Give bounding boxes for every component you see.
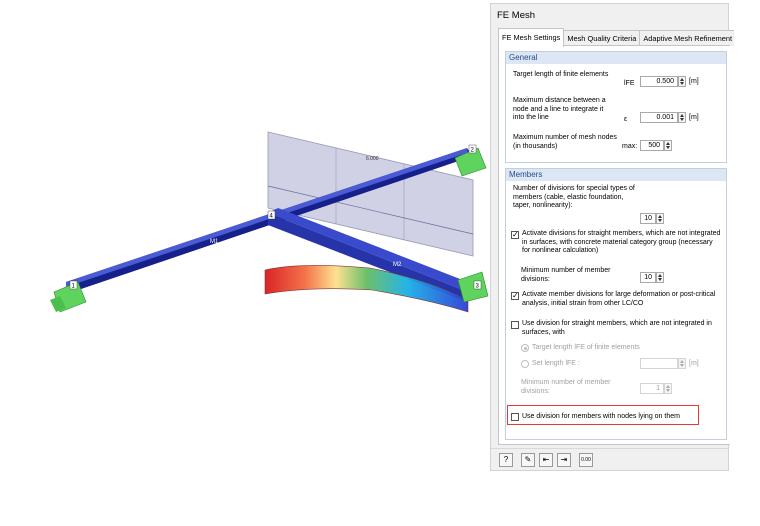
min-divisions-input[interactable]: 10 [640,272,656,283]
target-length-unit: [m] [689,78,699,85]
tab-fe-mesh-settings[interactable]: FE Mesh Settings [498,28,565,47]
model-viewport[interactable]: 6.000 M1 M2 1 2 3 4 [0,0,495,521]
target-length-symbol: lFE [624,80,635,87]
max-distance-input[interactable]: 0.001 [640,112,678,123]
model-view-svg: 6.000 M1 M2 1 2 3 4 [50,131,489,313]
set-length-radio[interactable] [521,360,529,368]
min-divisions-2-input[interactable]: 1 [640,383,664,394]
members-group: Members Number of divisions for special … [505,168,727,440]
max-nodes-input[interactable]: 500 [640,140,664,151]
calculator-icon[interactable]: 0.00 [579,453,593,467]
load-plane [267,131,474,257]
straight-members-label: Activate divisions for straight members,… [522,230,721,254]
max-nodes-spinner[interactable] [664,140,672,151]
min-divisions-2-spinner[interactable] [664,383,672,394]
target-length-radio-label: Target length lFE of finite elements [532,344,640,351]
max-nodes-symbol: max: [622,143,638,150]
dimension-label: 6.000 [366,156,379,162]
set-length-spinner[interactable] [678,358,686,369]
max-distance-label: Maximum distance between a node and a li… [513,97,606,121]
fe-mesh-dialog: FE Mesh FE Mesh Settings Mesh Quality Cr… [490,3,735,471]
members-heading: Members [506,169,726,181]
max-distance-symbol: ε [624,116,628,123]
target-length-input[interactable]: 0.500 [640,76,678,87]
import-icon[interactable]: ⇤ [539,453,553,467]
member-label-m2: M2 [393,262,402,268]
set-length-unit: [m] [689,360,699,367]
help-icon[interactable]: ? [499,453,513,467]
tab-mesh-quality-criteria[interactable]: Mesh Quality Criteria [563,30,641,46]
support-node-3 [457,271,489,303]
tab-panel: General Target length of finite elements… [498,45,730,445]
target-length-radio[interactable] [521,344,529,352]
member-label-m1: M1 [210,239,219,245]
max-distance-spinner[interactable] [678,112,686,123]
special-divisions-input[interactable]: 10 [640,213,656,224]
highlight-box [507,405,699,425]
general-group: General Target length of finite elements… [505,51,727,163]
general-heading: General [506,52,726,64]
export-icon[interactable]: ⇥ [557,453,571,467]
min-divisions-label: Minimum number of member divisions: [521,267,611,283]
special-divisions-label: Number of divisions for special types of… [513,185,635,209]
target-length-spinner[interactable] [678,76,686,87]
min-divisions-2-label: Minimum number of member divisions: [521,379,611,395]
straight-members-checkbox[interactable]: ✓ [511,231,519,239]
target-length-label: Target length of finite elements [513,71,609,78]
set-length-input[interactable] [640,358,678,369]
tab-adaptive-mesh-refinement[interactable]: Adaptive Mesh Refinement [639,30,735,46]
footer-separator [491,448,728,449]
set-length-radio-label: Set length lFE : [532,360,580,367]
min-divisions-spinner[interactable] [656,272,664,283]
dialog-title: FE Mesh [497,10,536,21]
special-divisions-spinner[interactable] [656,213,664,224]
max-distance-unit: [m] [689,114,699,121]
use-division-straight-checkbox[interactable] [511,321,519,329]
max-nodes-label: Maximum number of mesh nodes (in thousan… [513,134,617,150]
large-deformation-label: Activate member divisions for large defo… [522,291,716,307]
large-deformation-checkbox[interactable]: ✓ [511,292,519,300]
tab-bar: FE Mesh Settings Mesh Quality Criteria A… [498,28,735,47]
use-division-straight-label: Use division for straight members, which… [522,320,712,336]
edit-icon[interactable]: ✎ [521,453,535,467]
